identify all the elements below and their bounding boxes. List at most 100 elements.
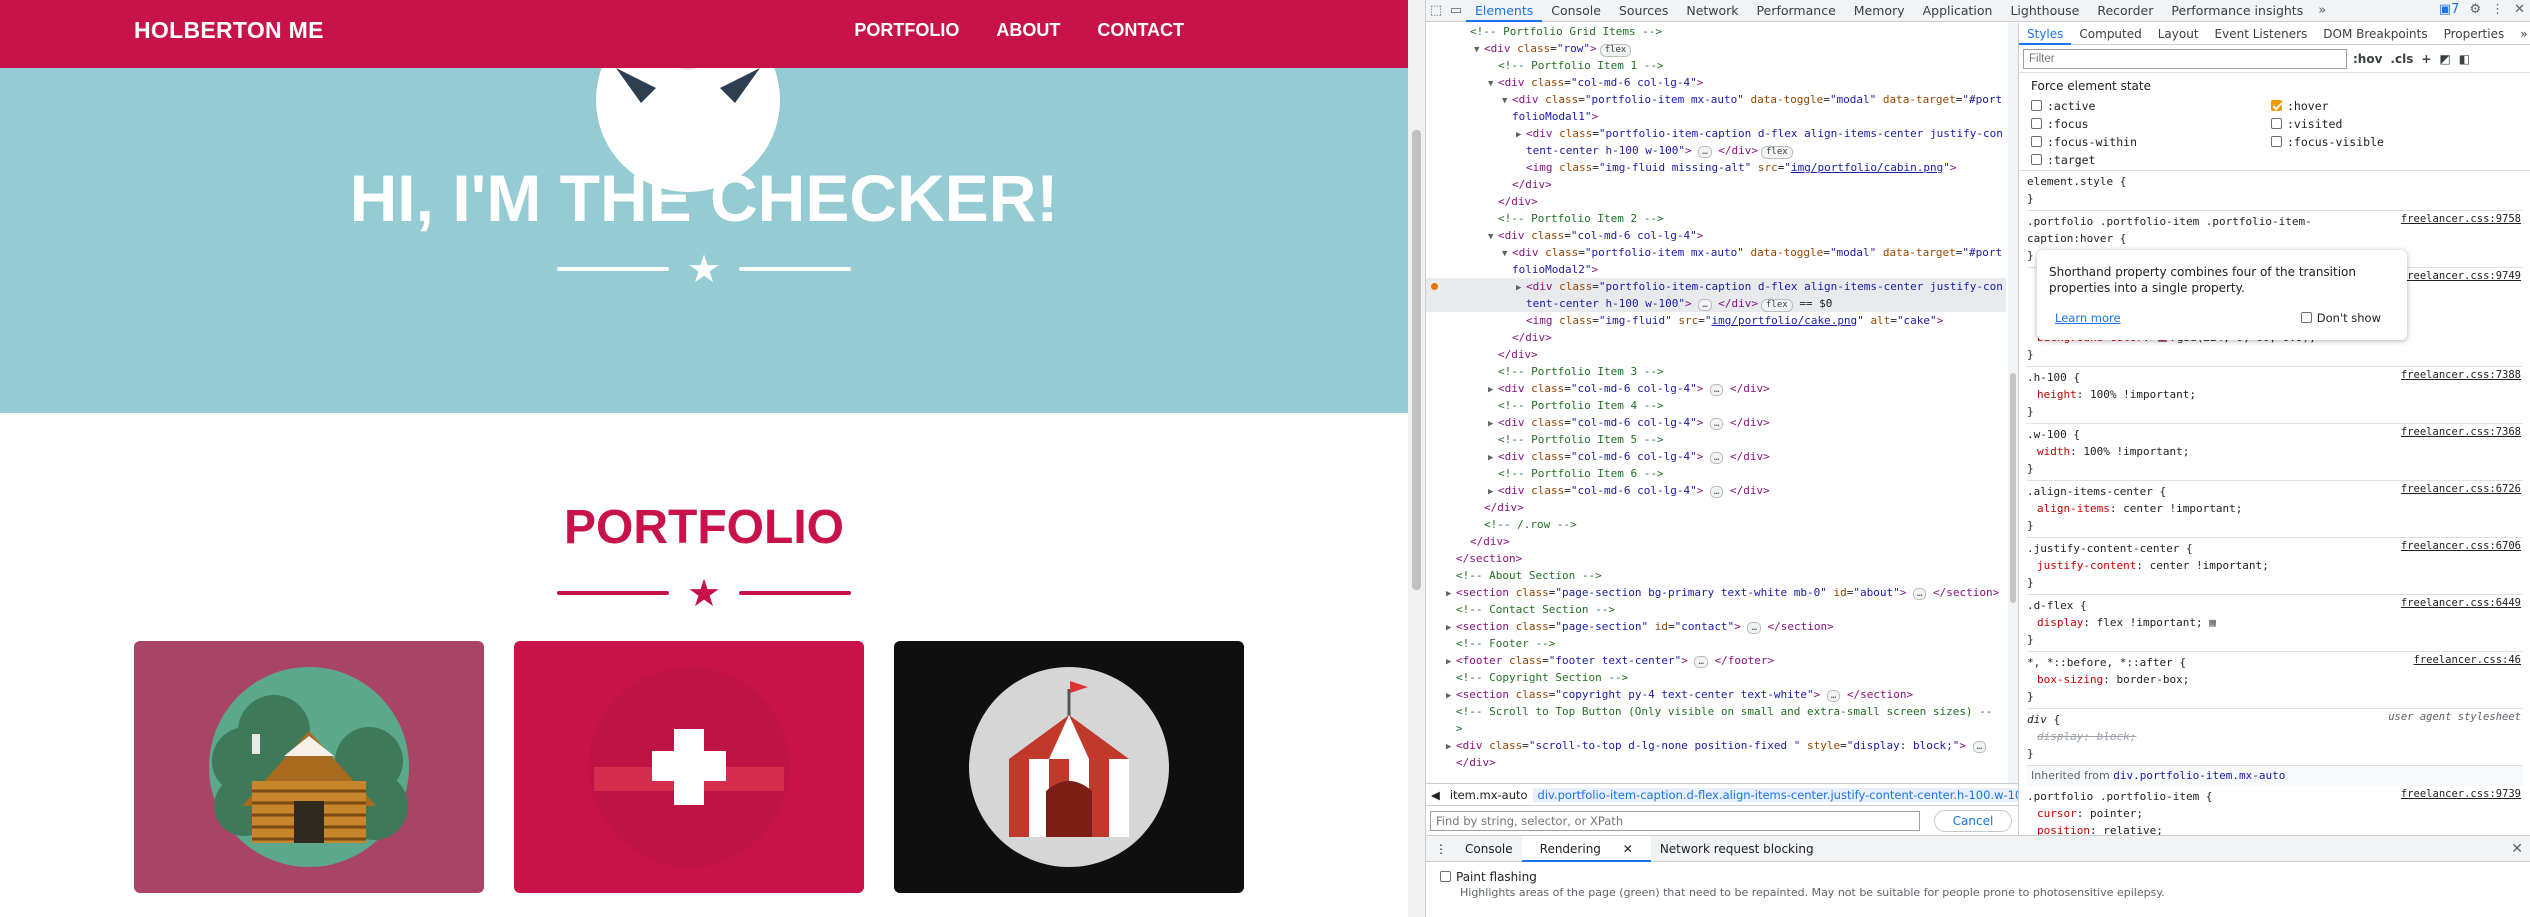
breadcrumb-left-arrow-icon[interactable]: ◀ bbox=[1426, 788, 1445, 802]
tab-properties[interactable]: Properties bbox=[2436, 23, 2513, 45]
dom-node-line[interactable]: ▼ <div class="portfolio-item mx-auto" dat… bbox=[1426, 244, 2006, 261]
breadcrumb-item-active[interactable]: div.portfolio-item-caption.d-flex.align-… bbox=[1532, 787, 2018, 802]
rule-source-link[interactable]: freelancer.css:9749 bbox=[2401, 270, 2521, 282]
tab-dom-breakpoints[interactable]: DOM Breakpoints bbox=[2315, 23, 2435, 45]
inherited-selector-link[interactable]: div.portfolio-item.mx-auto bbox=[2113, 769, 2285, 782]
dom-node-line[interactable]: ▼ <div class="row"> flex bbox=[1426, 40, 2006, 57]
device-toolbar-icon[interactable]: ▭ bbox=[1446, 1, 1466, 21]
tab-network[interactable]: Network bbox=[1677, 0, 1747, 22]
checkbox[interactable] bbox=[2031, 154, 2042, 165]
scrollbar-thumb[interactable] bbox=[1412, 130, 1421, 590]
dom-node-line[interactable]: ▶ <div class="portfolio-item-caption d-fl… bbox=[1426, 125, 2006, 142]
dont-show-toggle[interactable]: Don't show bbox=[2300, 311, 2381, 325]
dom-node-line[interactable]: <!-- Portfolio Item 2 --> bbox=[1426, 210, 2006, 227]
page-scrollbar[interactable] bbox=[1408, 0, 1425, 917]
rule-close[interactable]: } bbox=[2027, 460, 2523, 477]
dom-node-line[interactable]: </div> bbox=[1426, 346, 2006, 363]
dom-tree[interactable]: <!-- Portfolio Grid Items --> ▼ <div class… bbox=[1426, 23, 2006, 783]
tab-computed[interactable]: Computed bbox=[2071, 23, 2149, 45]
dom-node-line[interactable]: <!-- Portfolio Item 4 --> bbox=[1426, 397, 2006, 414]
dom-node-line[interactable]: <!-- Portfolio Grid Items --> bbox=[1426, 23, 2006, 40]
dom-node-line[interactable]: <img class="img-fluid" src="img/portfoli… bbox=[1426, 312, 2006, 329]
dom-node-line[interactable]: </div> bbox=[1426, 499, 2006, 516]
css-declaration[interactable]: cursor: pointer; bbox=[2027, 805, 2523, 822]
state-visited[interactable]: :visited bbox=[2271, 117, 2471, 131]
state-focus-within[interactable]: :focus-within bbox=[2031, 135, 2271, 149]
checkbox[interactable] bbox=[2300, 312, 2312, 323]
dom-node-line[interactable]: > bbox=[1426, 720, 2006, 737]
checkbox[interactable] bbox=[2271, 136, 2282, 147]
dom-node-line[interactable]: ▼ <div class="col-md-6 col-lg-4"> bbox=[1426, 74, 2006, 91]
dom-node-line[interactable]: </section> bbox=[1426, 550, 2006, 567]
dom-node-line[interactable]: ▶ <div class="portfolio-item-caption d-fl… bbox=[1426, 278, 2006, 295]
paint-flashing-toggle[interactable]: Paint flashing bbox=[1440, 870, 1537, 884]
rule-source-link[interactable]: freelancer.css:9739 bbox=[2401, 788, 2521, 800]
state-focus-visible[interactable]: :focus-visible bbox=[2271, 135, 2471, 149]
close-icon[interactable]: ✕ bbox=[1614, 842, 1642, 856]
drawer-tab-console[interactable]: Console bbox=[1456, 836, 1522, 862]
dom-node-line[interactable]: <!-- Portfolio Item 6 --> bbox=[1426, 465, 2006, 482]
dom-node-line[interactable]: ▶ <div class="col-md-6 col-lg-4"> … </div… bbox=[1426, 448, 2006, 465]
dom-node-line[interactable]: </div> bbox=[1426, 533, 2006, 550]
dom-node-line[interactable]: folioModal1"> bbox=[1426, 108, 2006, 125]
tab-performance[interactable]: Performance bbox=[1748, 0, 1845, 22]
portfolio-item-circus[interactable] bbox=[894, 641, 1244, 893]
dom-node-line[interactable]: <!-- Footer --> bbox=[1426, 635, 2006, 652]
dom-node-line[interactable]: ▶ <footer class="footer text-center"> … <… bbox=[1426, 652, 2006, 669]
checkbox[interactable] bbox=[2031, 100, 2042, 111]
portfolio-item-cabin[interactable] bbox=[134, 641, 484, 893]
dom-node-line[interactable]: folioModal2"> bbox=[1426, 261, 2006, 278]
css-rule[interactable]: freelancer.css:6726 .align-items-center {… bbox=[2027, 481, 2523, 538]
dom-node-line[interactable]: ▶ <section class="page-section" id="conta… bbox=[1426, 618, 2006, 635]
drawer-tab-network-request-blocking[interactable]: Network request blocking bbox=[1651, 836, 1823, 862]
issues-badge[interactable]: ▣7 bbox=[2439, 2, 2460, 17]
drawer-menu-icon[interactable]: ⋮ bbox=[1426, 836, 1456, 862]
css-declaration[interactable]: display: block; bbox=[2027, 728, 2523, 745]
inspect-element-icon[interactable]: ⬚ bbox=[1426, 1, 1446, 21]
dom-node-line[interactable]: <!-- Contact Section --> bbox=[1426, 601, 2006, 618]
rule-source-link[interactable]: freelancer.css:7368 bbox=[2401, 426, 2521, 438]
tab-lighthouse[interactable]: Lighthouse bbox=[2001, 0, 2088, 22]
tab-memory[interactable]: Memory bbox=[1845, 0, 1914, 22]
rule-close[interactable]: } bbox=[2027, 631, 2523, 648]
hov-toggle[interactable]: :hov bbox=[2353, 52, 2382, 66]
dom-node-line[interactable]: <!-- Portfolio Item 1 --> bbox=[1426, 57, 2006, 74]
checkbox-checked[interactable] bbox=[2271, 100, 2282, 111]
css-rule[interactable]: freelancer.css:6449 .d-flex {display: fle… bbox=[2027, 595, 2523, 652]
css-declaration[interactable]: position: relative; bbox=[2027, 822, 2523, 835]
more-tabs-icon[interactable]: » bbox=[2312, 1, 2332, 21]
rule-selector[interactable]: caption:hover { bbox=[2027, 230, 2523, 247]
find-input[interactable] bbox=[1430, 810, 1920, 831]
checkbox[interactable] bbox=[2271, 118, 2282, 129]
tab-console[interactable]: Console bbox=[1542, 0, 1610, 22]
checkbox[interactable] bbox=[2031, 118, 2042, 129]
css-declaration[interactable]: align-items: center !important; bbox=[2027, 500, 2523, 517]
tab-performance-insights[interactable]: Performance insights bbox=[2162, 0, 2312, 22]
rule-source-link[interactable]: freelancer.css:6449 bbox=[2401, 597, 2521, 609]
dom-node-line[interactable]: </div> bbox=[1426, 193, 2006, 210]
css-declaration[interactable]: box-sizing: border-box; bbox=[2027, 671, 2523, 688]
rule-close[interactable]: } bbox=[2027, 745, 2523, 762]
checkbox[interactable] bbox=[1440, 871, 1451, 882]
close-icon[interactable]: ✕ bbox=[2514, 2, 2525, 17]
dom-node-line[interactable]: </div> bbox=[1426, 176, 2006, 193]
state-target[interactable]: :target bbox=[2031, 153, 2271, 167]
checkbox[interactable] bbox=[2031, 136, 2042, 147]
dom-node-line[interactable]: </div> bbox=[1426, 754, 2006, 771]
dom-scrollbar[interactable] bbox=[2008, 23, 2018, 783]
css-declaration[interactable]: justify-content: center !important; bbox=[2027, 557, 2523, 574]
cls-toggle[interactable]: .cls bbox=[2390, 52, 2413, 66]
rule-source-link[interactable]: freelancer.css:6706 bbox=[2401, 540, 2521, 552]
settings-gear-icon[interactable]: ⚙ bbox=[2469, 2, 2481, 17]
dom-node-line[interactable]: tent-center h-100 w-100"> … </div> flex =… bbox=[1426, 295, 2006, 312]
css-declaration[interactable]: height: 100% !important; bbox=[2027, 386, 2523, 403]
sidebar-toggle-icon[interactable]: ◧ bbox=[2459, 52, 2470, 66]
dom-node-line[interactable]: <!-- Portfolio Item 5 --> bbox=[1426, 431, 2006, 448]
tab-event-listeners[interactable]: Event Listeners bbox=[2207, 23, 2316, 45]
css-rule[interactable]: freelancer.css:46 *, *::before, *::after … bbox=[2027, 652, 2523, 709]
dom-node-line[interactable]: <!-- About Section --> bbox=[1426, 567, 2006, 584]
rule-source-link[interactable]: freelancer.css:6726 bbox=[2401, 483, 2521, 495]
dom-node-line[interactable]: ▶ <section class="copyright py-4 text-cen… bbox=[1426, 686, 2006, 703]
css-declaration[interactable]: width: 100% !important; bbox=[2027, 443, 2523, 460]
more-tabs-icon[interactable]: » bbox=[2512, 23, 2530, 45]
